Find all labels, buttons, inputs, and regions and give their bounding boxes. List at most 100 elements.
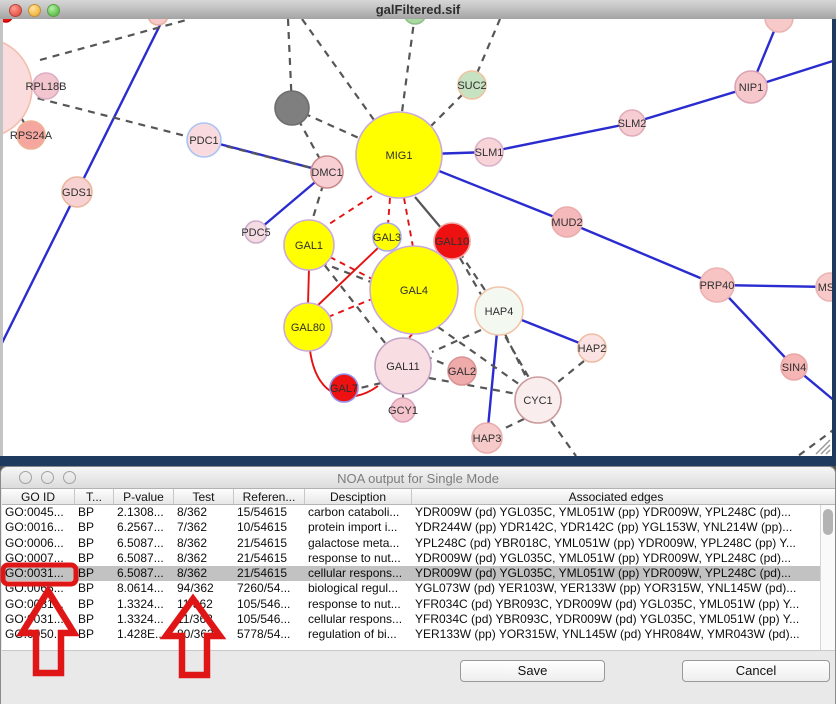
graph-edge[interactable] (40, 19, 190, 60)
table-row[interactable]: GO:0006...BP6.5087...8/36221/54615galact… (2, 536, 820, 551)
table-row[interactable]: GO:0031...BP6.5087...8/36221/54615cellul… (2, 566, 820, 581)
graph-edge[interactable] (399, 155, 831, 287)
table-cell: 105/546... (234, 612, 305, 627)
table-row[interactable]: GO:0007...BP6.5087...8/36221/54615respon… (2, 551, 820, 566)
table-cell: 1.3324... (114, 612, 174, 627)
vertical-scrollbar[interactable] (820, 505, 835, 650)
noa-window-title: NOA output for Single Mode (1, 471, 835, 486)
table-cell: 2.1308... (114, 505, 174, 520)
table-cell: BP (75, 627, 114, 642)
graph-edge[interactable] (717, 285, 836, 402)
table-cell: regulation of bi... (305, 627, 412, 642)
table-row[interactable]: GO:0016...BP6.2567...7/36210/54615protei… (2, 520, 820, 535)
column-header[interactable]: Desciption (305, 489, 412, 504)
graph-edge[interactable] (404, 198, 413, 247)
graph-node-label-hap2: HAP2 (578, 343, 607, 355)
column-header[interactable]: Associated edges (412, 489, 820, 504)
graph-node-cut-top-right-pink[interactable] (765, 19, 793, 32)
graph-node-label-pdc5: PDC5 (241, 227, 270, 239)
column-header[interactable]: GO ID (2, 489, 75, 504)
graph-node-label-mig1: MIG1 (386, 150, 413, 162)
table-cell: 6.5087... (114, 566, 174, 581)
graph-edge[interactable] (328, 299, 372, 317)
table-cell: 6.5087... (114, 551, 174, 566)
window-frame-right (832, 19, 836, 456)
graph-edge[interactable] (399, 19, 779, 155)
table-cell: response to nut... (305, 597, 412, 612)
table-row[interactable]: GO:0050...BP1.428E...80/3625778/54...reg… (2, 627, 820, 642)
graph-edge[interactable] (432, 330, 481, 352)
results-table: GO IDT...P-valueTestReferen...Desciption… (2, 489, 835, 651)
graph-edge[interactable] (553, 361, 584, 386)
cancel-button[interactable]: Cancel (682, 660, 830, 682)
graph-node-label-hap4: HAP4 (485, 306, 514, 318)
table-row[interactable]: GO:0065...BP8.0614...94/3627260/54...bio… (2, 581, 820, 596)
table-cell: BP (75, 581, 114, 596)
graph-node-label-gal2: GAL2 (448, 366, 476, 378)
table-cell: YFR034C (pd) YBR093C, YDR009W (pd) YGL03… (412, 612, 820, 627)
table-cell: 7/362 (174, 520, 234, 535)
table-row[interactable]: GO:0031...BP1.3324...11/362105/546...res… (2, 597, 820, 612)
table-body: GO:0045...BP2.1308...8/36215/54615carbon… (2, 505, 820, 650)
graph-node-cut-top-pink-left[interactable] (148, 19, 168, 25)
table-cell: 8/362 (174, 505, 234, 520)
table-cell: response to nut... (305, 551, 412, 566)
graph-node-unlabeled-gray[interactable] (275, 91, 309, 125)
table-cell: BP (75, 551, 114, 566)
network-window-title: galFiltered.sif (0, 2, 836, 17)
column-header[interactable]: T... (75, 489, 114, 504)
table-cell: BP (75, 505, 114, 520)
table-cell: 8.0614... (114, 581, 174, 596)
graph-node-label-gal11: GAL11 (386, 361, 419, 373)
graph-edge[interactable] (204, 140, 327, 232)
table-cell: 11/362 (174, 597, 234, 612)
network-window: galFiltered.sif RPL18BRPS24AGDS1PDC1MIG1… (0, 0, 836, 456)
table-cell: carbon cataboli... (305, 505, 412, 520)
graph-node-label-rpl18b: RPL18B (26, 81, 67, 93)
graph-node-label-slm2: SLM2 (618, 118, 647, 130)
noa-window-titlebar[interactable]: NOA output for Single Mode (1, 467, 835, 489)
graph-edge[interactable] (320, 262, 376, 284)
edge-layer (3, 19, 836, 456)
table-row[interactable]: GO:0031...BP1.3324...11/362105/546...cel… (2, 612, 820, 627)
column-header[interactable]: P-value (114, 489, 174, 504)
resize-grip[interactable] (816, 440, 830, 454)
table-cell: GO:0031... (2, 597, 75, 612)
graph-edge[interactable] (388, 198, 390, 224)
network-window-titlebar[interactable]: galFiltered.sif (0, 0, 836, 20)
scrollbar-thumb[interactable] (823, 509, 833, 535)
graph-node-label-rps24a: RPS24A (10, 130, 53, 142)
table-cell: YDR009W (pd) YGL035C, YML051W (pp) YDR00… (412, 566, 820, 581)
table-header-row: GO IDT...P-valueTestReferen...Desciption… (2, 489, 835, 505)
network-svg: RPL18BRPS24AGDS1PDC1MIG1DMC1SUC2SLM1SLM2… (3, 19, 836, 456)
column-header[interactable]: Referen... (234, 489, 305, 504)
table-cell: YPL248C (pd) YBR018C, YML051W (pp) YDR00… (412, 536, 820, 551)
graph-node-label-gal10: GAL10 (435, 236, 469, 248)
graph-edge[interactable] (402, 19, 415, 112)
graph-node-label-slm1: SLM1 (475, 147, 504, 159)
table-cell: BP (75, 536, 114, 551)
graph-edge[interactable] (308, 268, 309, 304)
table-cell: BP (75, 520, 114, 535)
table-row[interactable]: GO:0045...BP2.1308...8/36215/54615carbon… (2, 505, 820, 520)
table-cell: 94/362 (174, 581, 234, 596)
graph-edge[interactable] (499, 419, 524, 431)
table-cell: protein import i... (305, 520, 412, 535)
graph-node-label-cyc1: CYC1 (523, 395, 552, 407)
table-cell: YDR009W (pd) YGL035C, YML051W (pp) YDR00… (412, 505, 820, 520)
save-button[interactable]: Save (460, 660, 605, 682)
graph-node-cut-topleft-red[interactable] (3, 19, 12, 22)
network-canvas[interactable]: RPL18BRPS24AGDS1PDC1MIG1DMC1SUC2SLM1SLM2… (0, 19, 836, 456)
table-cell: BP (75, 566, 114, 581)
column-header[interactable]: Test (174, 489, 234, 504)
table-cell: GO:0031... (2, 566, 75, 581)
table-cell: 7260/54... (234, 581, 305, 596)
table-cell: 6.2567... (114, 520, 174, 535)
graph-edge[interactable] (798, 428, 836, 456)
table-cell: GO:0016... (2, 520, 75, 535)
graph-node-cut-top-green[interactable] (404, 19, 426, 24)
table-cell: 11/362 (174, 612, 234, 627)
graph-edge[interactable] (551, 421, 576, 456)
graph-node-label-gal1: GAL1 (295, 240, 323, 252)
graph-node-label-gds1: GDS1 (62, 187, 92, 199)
